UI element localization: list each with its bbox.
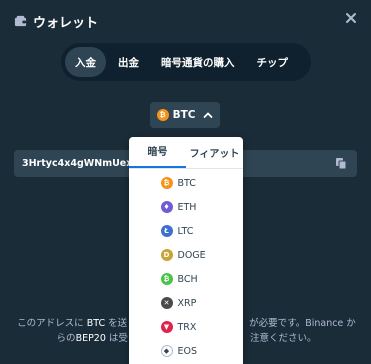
currency-select[interactable]: ₿ BTC <box>150 102 220 128</box>
tab-withdraw[interactable]: 出金 <box>108 47 149 77</box>
tab-buy-crypto[interactable]: 暗号通貨の購入 <box>151 47 245 77</box>
currency-option-doge[interactable]: D DOGE <box>129 243 243 267</box>
dropdown-tab-fiat[interactable]: フィアット <box>186 145 243 168</box>
currency-option-label: DOGE <box>177 249 206 261</box>
currency-list: ₿ BTC ♦ ETH Ł LTC D DOGE ₿ BCH ✕ XRP ▼ TRX ◆ EOS <box>129 169 243 363</box>
chevron-up-icon <box>204 112 213 118</box>
currency-dropdown: 暗号 フィアット ₿ BTC ♦ ETH Ł LTC D DOGE ₿ BCH ✕ XRP ▼ TRX ◆ E… <box>129 137 243 364</box>
notice-text-2: を送 <box>105 318 128 329</box>
dropdown-tab-crypto[interactable]: 暗号 <box>129 143 186 168</box>
currency-select-label: BTC <box>172 109 196 121</box>
ltc-coin-icon: Ł <box>160 225 173 237</box>
currency-option-label: BTC <box>177 177 196 189</box>
currency-option-label: TRX <box>177 321 197 333</box>
currency-option-bch[interactable]: ₿ BCH <box>129 267 243 291</box>
currency-option-eos[interactable]: ◆ EOS <box>129 339 243 363</box>
notice-currency: BTC <box>86 318 106 329</box>
btc-coin-icon: ₿ <box>160 177 173 189</box>
currency-option-label: XRP <box>177 297 197 309</box>
xrp-coin-icon: ✕ <box>160 297 173 309</box>
currency-option-label: BCH <box>177 273 198 285</box>
wallet-icon <box>14 15 27 26</box>
currency-option-label: LTC <box>177 225 194 237</box>
copy-icon[interactable] <box>335 157 347 170</box>
close-icon[interactable] <box>345 12 357 24</box>
tab-tip[interactable]: チップ <box>247 47 299 77</box>
currency-option-label: EOS <box>177 345 198 357</box>
currency-option-label: ETH <box>177 201 197 213</box>
btc-coin-icon: ₿ <box>156 109 169 121</box>
tab-deposit[interactable]: 入金 <box>65 47 106 77</box>
notice-text-5: は受 <box>105 333 128 344</box>
dropdown-tabs: 暗号 フィアット <box>129 137 243 169</box>
notice-text-1: このアドレスに <box>17 318 87 329</box>
notice-text-3: が必要です。Binance か <box>249 318 356 329</box>
wallet-header: ウォレット <box>14 10 98 32</box>
eos-coin-icon: ◆ <box>160 345 173 357</box>
trx-coin-icon: ▼ <box>160 321 173 333</box>
currency-option-btc[interactable]: ₿ BTC <box>129 171 243 195</box>
wallet-tabs: 入金 出金 暗号通貨の購入 チップ <box>61 43 311 81</box>
currency-option-trx[interactable]: ▼ TRX <box>129 315 243 339</box>
currency-option-xrp[interactable]: ✕ XRP <box>129 291 243 315</box>
currency-option-ltc[interactable]: Ł LTC <box>129 219 243 243</box>
notice-text-4: らの <box>56 333 76 344</box>
doge-coin-icon: D <box>160 249 173 261</box>
notice-network: BEP20 <box>75 333 106 344</box>
eth-coin-icon: ♦ <box>160 201 173 213</box>
wallet-title: ウォレット <box>33 15 99 31</box>
deposit-address: 3Hrtyc4x4gWNmUexBt <box>22 158 145 169</box>
currency-option-eth[interactable]: ♦ ETH <box>129 195 243 219</box>
notice-text-6: 注意ください。 <box>249 333 317 344</box>
bch-coin-icon: ₿ <box>160 273 173 285</box>
